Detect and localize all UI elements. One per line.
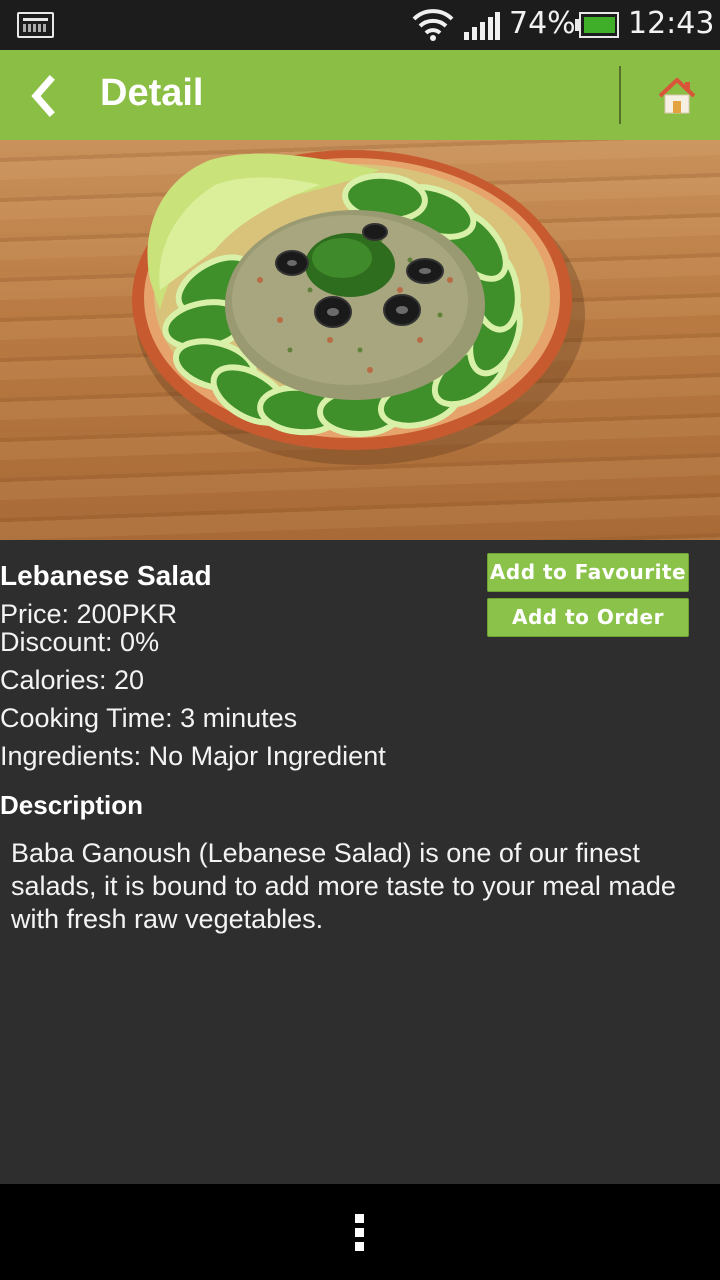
home-icon[interactable] (656, 74, 698, 116)
action-bar: Detail (0, 50, 720, 140)
food-image (0, 140, 720, 540)
description-text: Baba Ganoush (Lebanese Salad) is one of … (11, 838, 676, 934)
description-heading: Description (0, 790, 144, 820)
notification-image-icon (17, 12, 54, 38)
clock: 12:43 (628, 6, 715, 41)
status-bar: 74% 12:43 (0, 0, 720, 50)
battery-percent: 74% (509, 6, 576, 41)
salad-plate-illustration (132, 150, 585, 465)
item-name: Lebanese Salad (0, 560, 212, 591)
calories-text: Calories: 20 (0, 665, 145, 695)
chevron-left-icon[interactable] (26, 74, 62, 118)
battery-icon (575, 12, 619, 38)
navigation-bar (0, 1184, 720, 1280)
detail-content: Lebanese Salad Price: 200PKR Discount: 0… (0, 540, 720, 1184)
page-title: Detail (100, 72, 204, 114)
price-text: Price: 200PKR (0, 599, 178, 629)
wifi-icon (412, 9, 454, 41)
add-to-order-button[interactable]: Add to Order (487, 598, 689, 637)
signal-icon (464, 12, 500, 40)
action-bar-divider (619, 66, 621, 124)
cooking-time-text: Cooking Time: 3 minutes (0, 703, 298, 733)
add-to-favourite-button[interactable]: Add to Favourite (487, 553, 689, 592)
ingredients-text: Ingredients: No Major Ingredient (0, 741, 386, 771)
discount-text: Discount: 0% (0, 627, 160, 657)
overflow-menu-icon[interactable] (355, 1214, 365, 1252)
